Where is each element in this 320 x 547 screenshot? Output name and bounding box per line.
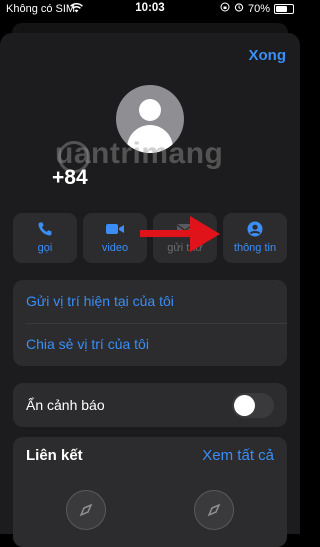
status-right: 70% bbox=[220, 2, 294, 15]
annotation-arrow-icon bbox=[140, 216, 220, 252]
video-icon bbox=[83, 221, 147, 237]
share-my-location[interactable]: Chia sẻ vị trí của tôi bbox=[26, 336, 149, 352]
info-button[interactable]: thông tin bbox=[223, 213, 287, 263]
hide-alerts-toggle[interactable] bbox=[232, 393, 274, 418]
hide-alerts-label: Ẩn cảnh báo bbox=[26, 397, 105, 413]
done-button[interactable]: Xong bbox=[249, 47, 287, 64]
orientation-lock-icon bbox=[220, 2, 230, 15]
video-button[interactable]: video bbox=[83, 213, 147, 263]
compass-icon[interactable] bbox=[66, 490, 106, 530]
share-current-location[interactable]: Gửi vị trí hiện tại của tôi bbox=[26, 293, 174, 309]
links-title: Liên kết bbox=[26, 447, 83, 464]
location-group: Gửi vị trí hiện tại của tôi Chia sẻ vị t… bbox=[13, 280, 287, 366]
call-label: gọi bbox=[37, 242, 53, 254]
call-button[interactable]: gọi bbox=[13, 213, 77, 263]
alarm-icon bbox=[234, 2, 244, 15]
hide-alerts-row: Ẩn cảnh báo bbox=[13, 383, 287, 427]
see-all-link[interactable]: Xem tất cả bbox=[202, 447, 274, 464]
battery-icon bbox=[274, 3, 294, 14]
compass-icon[interactable] bbox=[194, 490, 234, 530]
info-label: thông tin bbox=[233, 242, 277, 254]
video-label: video bbox=[101, 242, 129, 254]
person-icon bbox=[223, 221, 287, 237]
links-section: Liên kết Xem tất cả bbox=[13, 437, 287, 547]
contact-phone: +84 bbox=[52, 166, 88, 189]
divider bbox=[26, 323, 287, 324]
battery-percent: 70% bbox=[247, 2, 270, 15]
status-bar: Không có SIM 10:03 70% bbox=[0, 0, 300, 18]
phone-icon bbox=[13, 221, 77, 237]
